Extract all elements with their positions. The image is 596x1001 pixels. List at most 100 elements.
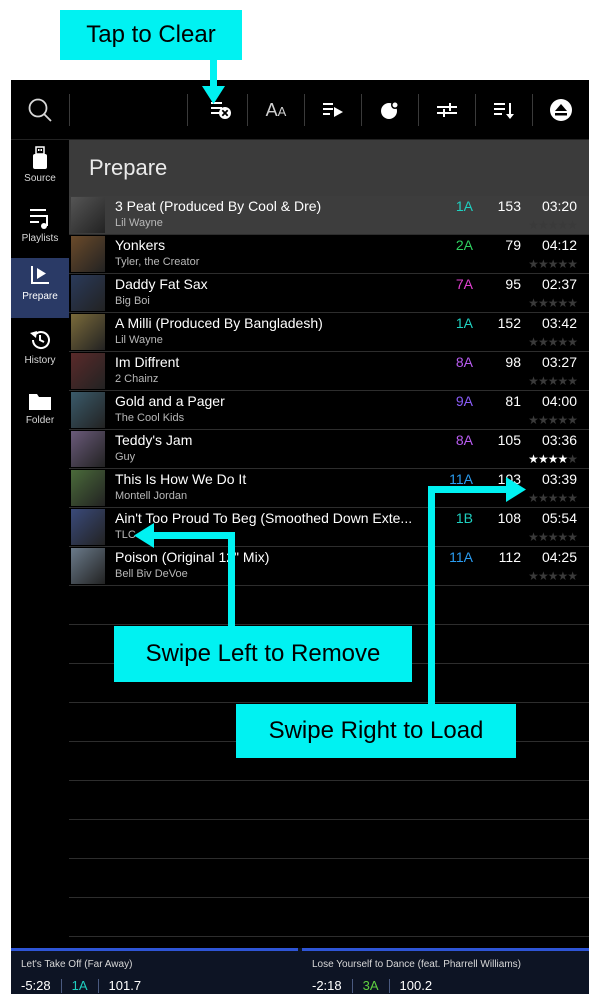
star-icon: ★ — [528, 413, 539, 427]
track-bpm: 152 — [497, 315, 521, 331]
star-icon: ★ — [537, 335, 549, 349]
track-artist: Bell Biv DeVoe — [115, 568, 188, 580]
track-duration: 03:36 — [541, 432, 577, 448]
track-title: Teddy's Jam — [115, 432, 193, 448]
eject-button[interactable] — [533, 80, 589, 140]
toolbar-divider — [187, 94, 188, 126]
track-title: Yonkers — [115, 237, 166, 253]
star-rating: ★★★★★ — [513, 296, 578, 310]
track-duration: 04:00 — [541, 393, 577, 409]
top-toolbar: AA — [11, 80, 589, 140]
star-icon: ★ — [528, 530, 539, 544]
track-title: This Is How We Do It — [115, 471, 247, 487]
deck-left[interactable]: Let's Take Off (Far Away) -5:28 1A 101.7 — [11, 948, 298, 994]
sidebar-item-source[interactable]: Source — [11, 140, 69, 198]
star-icon: ★ — [567, 296, 578, 310]
track-artist: Lil Wayne — [115, 334, 163, 346]
search-icon — [28, 98, 52, 122]
star-icon: ★ — [537, 218, 549, 232]
track-key: 11A — [449, 549, 473, 565]
track-artist: Lil Wayne — [115, 217, 163, 229]
track-artist: Big Boi — [115, 295, 150, 307]
track-key: 7A — [455, 276, 473, 292]
deck-right[interactable]: Lose Yourself to Dance (feat. Pharrell W… — [302, 948, 589, 994]
sort-icon — [494, 103, 514, 119]
star-icon: ★ — [557, 413, 568, 427]
track-bpm: 108 — [497, 510, 521, 526]
track-row[interactable]: 3 Peat (Produced By Cool & Dre) Lil Wayne… — [69, 196, 589, 235]
font-size-button[interactable]: AA — [248, 80, 304, 140]
album-art — [71, 470, 105, 506]
deck-track-title: Let's Take Off (Far Away) — [21, 959, 133, 970]
track-title: Daddy Fat Sax — [115, 276, 208, 292]
star-icon: ★ — [528, 296, 539, 310]
filter-button[interactable] — [419, 80, 475, 140]
star-icon: ★ — [557, 296, 568, 310]
clear-list-button[interactable] — [197, 80, 247, 140]
clear-list-icon — [211, 102, 231, 119]
track-row[interactable]: This Is How We Do It Montell Jordan 11A 103… — [69, 469, 589, 508]
device-screen: AA Source Playlists Prepare History Fold… — [11, 80, 589, 994]
track-row[interactable]: Poison (Original 12" Mix) Bell Biv DeVoe 1… — [69, 547, 589, 586]
empty-row — [69, 820, 589, 859]
add-to-queue-button[interactable] — [305, 80, 361, 140]
track-row[interactable]: Gold and a Pager The Cool Kids 9A 81 04:00 ★★… — [69, 391, 589, 430]
sort-button[interactable] — [476, 80, 532, 140]
star-icon: ★ — [528, 257, 539, 271]
album-art — [71, 236, 105, 272]
add-to-queue-icon — [323, 103, 343, 117]
track-row[interactable]: Ain't Too Proud To Beg (Smoothed Down Ex… — [69, 508, 589, 547]
sidebar-item-history[interactable]: History — [11, 322, 69, 380]
star-icon: ★ — [557, 335, 568, 349]
album-art — [71, 509, 105, 545]
eject-icon — [550, 99, 572, 121]
track-row[interactable]: Yonkers Tyler, the Creator 2A 79 04:12 ★★★★★ — [69, 235, 589, 274]
deck-track-title: Lose Yourself to Dance (feat. Pharrell W… — [312, 959, 521, 970]
album-art — [71, 548, 105, 584]
history-icon — [30, 331, 50, 349]
track-row[interactable]: A Milli (Produced By Bangladesh) Lil Wayn… — [69, 313, 589, 352]
track-title: Poison (Original 12" Mix) — [115, 549, 270, 565]
track-key: 1B — [455, 510, 473, 526]
track-bpm: 103 — [497, 471, 521, 487]
track-key: 1A — [455, 198, 473, 214]
sidebar-item-label: History — [24, 355, 56, 366]
track-title: 3 Peat (Produced By Cool & Dre) — [115, 198, 322, 214]
track-row[interactable]: Im Diffrent 2 Chainz 8A 98 03:27 ★★★★★ — [69, 352, 589, 391]
star-icon: ★ — [547, 413, 559, 427]
star-icon: ★ — [547, 491, 559, 505]
album-art — [71, 314, 105, 350]
star-icon: ★ — [528, 491, 539, 505]
deck-divider — [388, 978, 390, 993]
track-row[interactable]: Teddy's Jam Guy 8A 105 03:36 ★★★★★ — [69, 430, 589, 469]
star-icon: ★ — [537, 257, 549, 271]
star-icon: ★ — [557, 374, 568, 388]
star-icon: ★ — [557, 569, 568, 583]
album-art — [71, 197, 105, 233]
sidebar-item-prepare[interactable]: Prepare — [11, 258, 69, 318]
track-key: 11A — [449, 471, 473, 487]
star-rating: ★★★★★ — [513, 569, 578, 583]
folder-icon — [29, 394, 51, 410]
star-icon: ★ — [567, 530, 578, 544]
sidebar-item-label: Prepare — [22, 291, 58, 302]
star-rating: ★★★★★ — [513, 491, 578, 505]
star-icon: ★ — [567, 374, 578, 388]
star-icon: ★ — [537, 530, 549, 544]
album-art — [71, 353, 105, 389]
star-rating: ★★★★★ — [513, 452, 578, 466]
sidebar-item-playlists[interactable]: Playlists — [11, 200, 69, 258]
search-button[interactable] — [11, 80, 69, 140]
star-icon: ★ — [528, 374, 539, 388]
sidebar-item-folder[interactable]: Folder — [11, 384, 69, 442]
sidebar-item-label: Playlists — [21, 233, 59, 244]
swipe-right-callout: Swipe Right to Load — [236, 704, 516, 758]
track-row[interactable]: Daddy Fat Sax Big Boi 7A 95 02:37 ★★★★★ — [69, 274, 589, 313]
star-icon: ★ — [547, 452, 559, 466]
star-icon: ★ — [547, 569, 559, 583]
deck-key: 3A — [362, 978, 379, 993]
sidebar: Source Playlists Prepare History Folder — [11, 140, 69, 948]
toggle-icon — [381, 101, 399, 119]
track-duration: 03:42 — [541, 315, 577, 331]
toggle-button[interactable] — [362, 80, 418, 140]
